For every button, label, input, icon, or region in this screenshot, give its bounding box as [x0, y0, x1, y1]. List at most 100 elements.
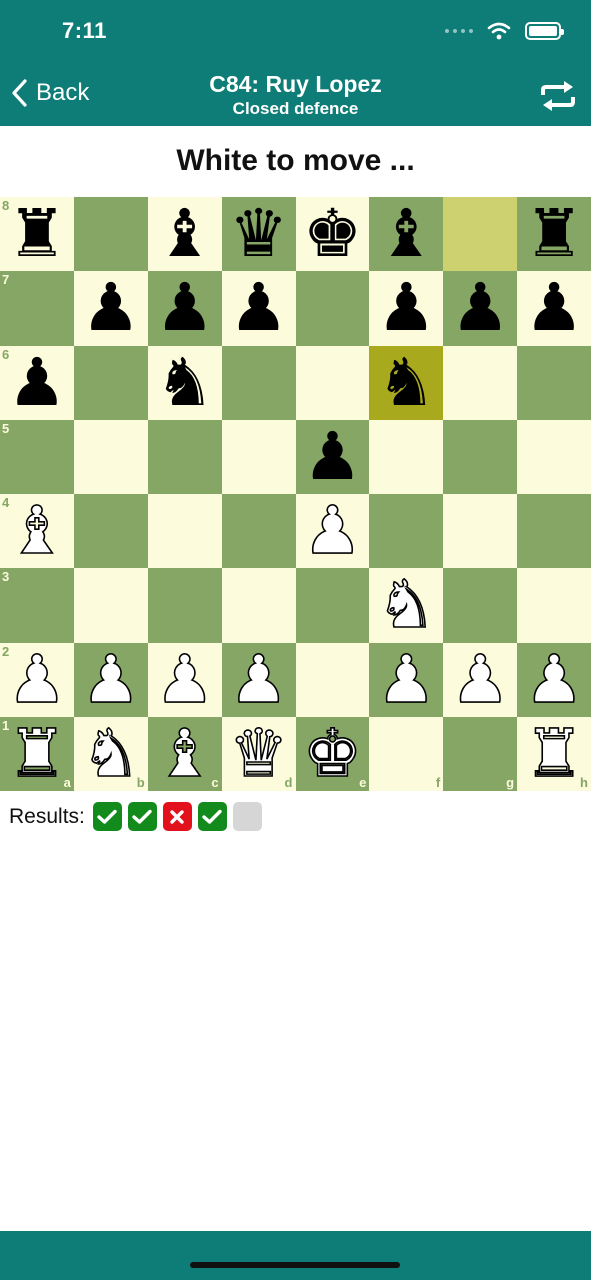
square-f5[interactable]	[369, 419, 444, 494]
square-h5[interactable]	[517, 419, 591, 494]
square-d8[interactable]: ♛	[221, 197, 296, 272]
square-d7[interactable]: ♟	[221, 271, 296, 346]
square-h2[interactable]: ♟	[517, 642, 591, 717]
square-g8[interactable]	[443, 197, 518, 272]
square-c4[interactable]	[147, 494, 222, 569]
square-b4[interactable]	[73, 494, 148, 569]
white-king-icon[interactable]: ♚	[302, 720, 363, 788]
file-label: d	[284, 775, 293, 790]
square-c3[interactable]	[147, 568, 222, 643]
square-c8[interactable]: ♝	[147, 197, 222, 272]
square-c7[interactable]: ♟	[147, 271, 222, 346]
square-g3[interactable]	[443, 568, 518, 643]
white-pawn-icon[interactable]: ♟	[524, 645, 585, 713]
black-pawn-icon[interactable]: ♟	[229, 275, 288, 341]
white-pawn-icon[interactable]: ♟	[450, 645, 511, 713]
white-pawn-icon[interactable]: ♟	[228, 645, 289, 713]
square-f8[interactable]: ♝	[369, 197, 444, 272]
square-h4[interactable]	[517, 494, 591, 569]
square-f1[interactable]: f	[369, 716, 444, 791]
white-pawn-icon[interactable]: ♟	[7, 645, 68, 713]
square-a8[interactable]: 8 ♜	[0, 197, 74, 272]
black-bishop-icon[interactable]: ♝	[155, 201, 214, 267]
white-queen-icon[interactable]: ♛	[228, 720, 289, 788]
black-pawn-icon[interactable]: ♟	[303, 423, 362, 490]
square-b8[interactable]	[73, 197, 148, 272]
black-rook-icon[interactable]: ♜	[524, 201, 583, 267]
square-f4[interactable]	[369, 494, 444, 569]
black-bishop-icon[interactable]: ♝	[377, 201, 436, 267]
white-pawn-icon[interactable]: ♟	[154, 645, 215, 713]
square-b7[interactable]: ♟	[73, 271, 148, 346]
square-e4[interactable]: ♟	[295, 494, 370, 569]
black-knight-icon[interactable]: ♞	[377, 349, 436, 416]
black-pawn-icon[interactable]: ♟	[451, 275, 510, 341]
square-g5[interactable]	[443, 419, 518, 494]
square-a4[interactable]: 4 ♝	[0, 494, 74, 569]
white-pawn-icon[interactable]: ♟	[302, 497, 363, 565]
square-e2[interactable]	[295, 642, 370, 717]
square-e5[interactable]: ♟	[295, 419, 370, 494]
square-b2[interactable]: ♟	[73, 642, 148, 717]
square-g6[interactable]	[443, 345, 518, 420]
square-f6[interactable]: ♞	[369, 345, 444, 420]
white-rook-icon[interactable]: ♜	[524, 720, 585, 788]
square-d3[interactable]	[221, 568, 296, 643]
black-rook-icon[interactable]: ♜	[7, 201, 66, 267]
square-e7[interactable]	[295, 271, 370, 346]
square-b1[interactable]: b ♞	[73, 716, 148, 791]
white-bishop-icon[interactable]: ♝	[154, 720, 215, 788]
square-a1[interactable]: 1 a ♜	[0, 716, 74, 791]
square-c1[interactable]: c ♝	[147, 716, 222, 791]
square-e3[interactable]	[295, 568, 370, 643]
white-pawn-icon[interactable]: ♟	[80, 645, 141, 713]
square-h8[interactable]: ♜	[517, 197, 591, 272]
white-pawn-icon[interactable]: ♟	[376, 645, 437, 713]
square-h6[interactable]	[517, 345, 591, 420]
square-g7[interactable]: ♟	[443, 271, 518, 346]
square-b3[interactable]	[73, 568, 148, 643]
square-d4[interactable]	[221, 494, 296, 569]
square-g4[interactable]	[443, 494, 518, 569]
black-pawn-icon[interactable]: ♟	[155, 275, 214, 341]
square-e1[interactable]: e ♚	[295, 716, 370, 791]
square-g2[interactable]: ♟	[443, 642, 518, 717]
square-a2[interactable]: 2 ♟	[0, 642, 74, 717]
square-h1[interactable]: h ♜	[517, 716, 591, 791]
white-rook-icon[interactable]: ♜	[7, 720, 68, 788]
square-h3[interactable]	[517, 568, 591, 643]
square-d6[interactable]	[221, 345, 296, 420]
square-f3[interactable]: ♞	[369, 568, 444, 643]
square-b5[interactable]	[73, 419, 148, 494]
black-king-icon[interactable]: ♚	[303, 201, 362, 267]
white-knight-icon[interactable]: ♞	[376, 571, 437, 639]
black-queen-icon[interactable]: ♛	[229, 201, 288, 267]
black-knight-icon[interactable]: ♞	[155, 349, 214, 416]
square-g1[interactable]: g	[443, 716, 518, 791]
flip-board-button[interactable]	[539, 80, 577, 117]
square-d2[interactable]: ♟	[221, 642, 296, 717]
square-c2[interactable]: ♟	[147, 642, 222, 717]
square-h7[interactable]: ♟	[517, 271, 591, 346]
square-f2[interactable]: ♟	[369, 642, 444, 717]
square-d1[interactable]: d ♛	[221, 716, 296, 791]
square-b6[interactable]	[73, 345, 148, 420]
square-e6[interactable]	[295, 345, 370, 420]
square-a6[interactable]: 6 ♟	[0, 345, 74, 420]
home-indicator[interactable]	[190, 1262, 400, 1268]
white-bishop-icon[interactable]: ♝	[7, 497, 68, 565]
black-pawn-icon[interactable]: ♟	[7, 349, 66, 416]
square-a3[interactable]: 3	[0, 568, 74, 643]
black-pawn-icon[interactable]: ♟	[377, 275, 436, 341]
square-a7[interactable]: 7	[0, 271, 74, 346]
square-c6[interactable]: ♞	[147, 345, 222, 420]
square-d5[interactable]	[221, 419, 296, 494]
black-pawn-icon[interactable]: ♟	[524, 275, 583, 341]
square-e8[interactable]: ♚	[295, 197, 370, 272]
square-c5[interactable]	[147, 419, 222, 494]
black-pawn-icon[interactable]: ♟	[81, 275, 140, 341]
square-f7[interactable]: ♟	[369, 271, 444, 346]
white-knight-icon[interactable]: ♞	[80, 720, 141, 788]
chess-board[interactable]: 8 ♜ ♝ ♛ ♚ ♝ ♜ 7 ♟ ♟ ♟ ♟ ♟ ♟ 6 ♟ ♞ ♞ 5 ♟ 4 ♝ ♟ 3 ♞ 2 ♟ ♟ ♟ ♟ ♟ ♟ ♟ 1 a ♜ b ♞ c ♝…	[0, 197, 591, 791]
square-a5[interactable]: 5	[0, 419, 74, 494]
